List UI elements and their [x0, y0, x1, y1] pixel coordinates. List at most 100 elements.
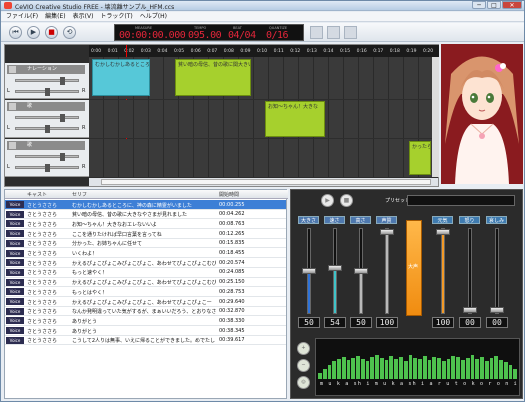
collapse-icon[interactable] [9, 66, 16, 73]
line-cell[interactable]: むかしむかしあるところに、神の森に精霊がいました [72, 202, 216, 209]
cast-cell[interactable]: さとうささら [27, 211, 57, 218]
horizontal-scrollbar[interactable] [89, 178, 438, 186]
maximize-button[interactable]: □ [487, 1, 501, 9]
line-cell[interactable]: いくわよ！ [72, 250, 216, 257]
table-row[interactable]: Voice さとうささら ありがとう 00:38.345 [5, 326, 286, 336]
table-row[interactable]: Voice さとうささら 分かった、お姉ちゃんに任せて 00:15.835 [5, 239, 286, 249]
track-lane-narration[interactable]: むかしむかしあるところに 貧い暗の母信、昔の歌に関大きい [89, 57, 436, 99]
table-row[interactable]: Voice さとうささら 貧い暗の母信、昔の歌に大きなやさまが見れました 00:… [5, 210, 286, 220]
voice-button[interactable]: Voice [6, 230, 24, 238]
menu-view[interactable]: 表示(V) [73, 12, 94, 21]
line-cell[interactable]: かえるぴょこぴょこみぴょこぴょこ、あわせてぴょこぴょこむぴ [72, 279, 216, 286]
volume-slider[interactable] [15, 114, 79, 122]
cast-cell[interactable]: さとうささら [27, 269, 57, 276]
line-cell[interactable]: お知〜ちゃん！大きなおエレないいよ [72, 221, 216, 228]
voice-clip[interactable]: 貧い暗の母信、昔の歌に関大きい [175, 59, 251, 96]
column-time[interactable]: 開始時間 [219, 191, 239, 198]
voice-clip[interactable]: かったら [409, 141, 431, 175]
emotion-value[interactable]: 00 [459, 317, 481, 328]
pitch-fader[interactable] [354, 228, 368, 314]
line-cell[interactable]: 分かった、お姉ちゃんに任せて [72, 240, 216, 247]
tool-eraser-icon[interactable] [344, 26, 357, 39]
tool-pencil-icon[interactable] [327, 26, 340, 39]
time-cell[interactable]: 00:18.455 [219, 250, 245, 256]
table-row[interactable]: Voice さとうささら かえるぴょこぴょこみぴょこぴょこ、あわせてぴょこぴょこ… [5, 258, 286, 268]
time-cell[interactable]: 00:38.330 [219, 318, 245, 324]
zoom-in-icon[interactable]: + [297, 342, 310, 355]
voice-button[interactable]: Voice [6, 220, 24, 228]
track-header-song-2[interactable]: 歌 L R [5, 139, 89, 177]
param-value[interactable]: 54 [324, 317, 346, 328]
panel-stop-button[interactable]: ■ [340, 194, 353, 207]
cast-cell[interactable]: さとうささら [27, 260, 57, 267]
vertical-scrollbar[interactable] [432, 57, 439, 177]
table-row[interactable]: Voice さとうささら もっと速やく！ 00:24.085 [5, 268, 286, 278]
cast-cell[interactable]: さとうささら [27, 221, 57, 228]
emotion-fader-genki[interactable] [436, 228, 450, 314]
time-cell[interactable]: 00:20.574 [219, 260, 245, 266]
voice-button[interactable]: Voice [6, 288, 24, 296]
menu-file[interactable]: ファイル(F) [6, 12, 38, 21]
time-cell[interactable]: 00:15.835 [219, 240, 245, 246]
phoneme-waveform[interactable]: m u k a sh i m u k a sh i a r u t o k o … [315, 338, 520, 396]
voice-button[interactable]: Voice [6, 327, 24, 335]
cast-cell[interactable]: さとうささら [27, 318, 57, 325]
panel-play-button[interactable]: ▶ [321, 194, 334, 207]
line-cell[interactable]: ここを通りたければ早口言葉を言ってね [72, 231, 216, 238]
emotion-fader-anger[interactable] [463, 228, 477, 314]
cast-cell[interactable]: さとうささら [27, 337, 57, 344]
table-row[interactable]: Voice さとうささら こうして2人りは無事、いえに帰ることができました。めで… [5, 336, 286, 346]
cast-cell[interactable]: さとうささら [27, 240, 57, 247]
fader-knob[interactable] [380, 229, 394, 235]
collapse-icon[interactable] [9, 142, 16, 149]
emotion-fader-sorrow[interactable] [490, 228, 504, 314]
preset-select[interactable] [407, 195, 515, 206]
fader-knob[interactable] [302, 268, 316, 274]
volume-fader[interactable] [302, 228, 316, 314]
param-value[interactable]: 100 [376, 317, 398, 328]
track-lane-song-2[interactable]: かったら [89, 139, 436, 177]
voice-button[interactable]: Voice [6, 298, 24, 305]
column-line[interactable]: セリフ [72, 191, 87, 198]
timbre-fader[interactable] [380, 228, 394, 314]
voice-button[interactable]: Voice [6, 268, 24, 276]
time-cell[interactable]: 00:04.262 [219, 211, 245, 217]
voice-button[interactable]: Voice [6, 259, 24, 267]
table-row[interactable]: Voice さとうささら かえるぴょこぴょこみぴょこぴょこ、あわせてぴょこぴょこ… [5, 297, 286, 307]
time-cell[interactable]: 00:00.255 [219, 202, 245, 208]
column-cast[interactable]: キャスト [27, 191, 47, 198]
param-value[interactable]: 50 [350, 317, 372, 328]
timeline-ruler[interactable]: 0:00 0:01 0:02 0:03 0:04 0:05 0:06 0:07 0:08 0:09… [89, 45, 439, 57]
speed-fader[interactable] [328, 228, 342, 314]
line-cell[interactable]: もっと速やく！ [72, 269, 216, 276]
time-cell[interactable]: 00:12.265 [219, 231, 245, 237]
line-cell[interactable]: なんか発明違っていた気がするが、まぁいいだろう、とおりなさい [72, 308, 216, 315]
play-button[interactable]: ▶ [27, 26, 40, 39]
cast-cell[interactable]: さとうささら [27, 202, 57, 209]
volume-slider[interactable] [15, 153, 79, 161]
tempo-display[interactable]: 095.00 [188, 30, 222, 41]
voice-button[interactable]: Voice [6, 307, 24, 315]
track-lane-song-1[interactable]: お知〜ちゃん！大きな [89, 100, 436, 138]
fader-knob[interactable] [490, 307, 504, 313]
table-row[interactable]: Voice さとうささら むかしむかしあるところに、神の森に精霊がいました 00… [5, 200, 286, 210]
time-cell[interactable]: 00:25.150 [219, 279, 245, 285]
line-cell[interactable]: かえるぴょこぴょこみぴょこぴょこ、あわせてぴょこぴょこー [72, 299, 216, 306]
time-cell[interactable]: 00:29.640 [219, 299, 245, 305]
time-cell[interactable]: 00:38.345 [219, 328, 245, 334]
line-cell[interactable]: 貧い暗の母信、昔の歌に大きなやさまが見れました [72, 211, 216, 218]
emotion-bar[interactable]: 大声 [406, 220, 422, 316]
table-row[interactable]: Voice さとうささら なんか発明違っていた気がするが、まぁいいだろう、とおり… [5, 307, 286, 317]
voice-button[interactable]: Voice [6, 278, 24, 286]
cast-cell[interactable]: さとうささら [27, 231, 57, 238]
volume-slider[interactable] [15, 77, 79, 85]
pan-slider[interactable] [15, 164, 79, 172]
line-cell[interactable]: もっとはやく！ [72, 289, 216, 296]
voice-button[interactable]: Voice [6, 239, 24, 247]
fader-knob[interactable] [436, 229, 450, 235]
time-cell[interactable]: 00:39.617 [219, 337, 245, 343]
zoom-out-icon[interactable]: − [297, 359, 310, 372]
cast-cell[interactable]: さとうささら [27, 328, 57, 335]
fader-knob[interactable] [463, 307, 477, 313]
track-header-song-1[interactable]: 歌 L R [5, 100, 89, 138]
